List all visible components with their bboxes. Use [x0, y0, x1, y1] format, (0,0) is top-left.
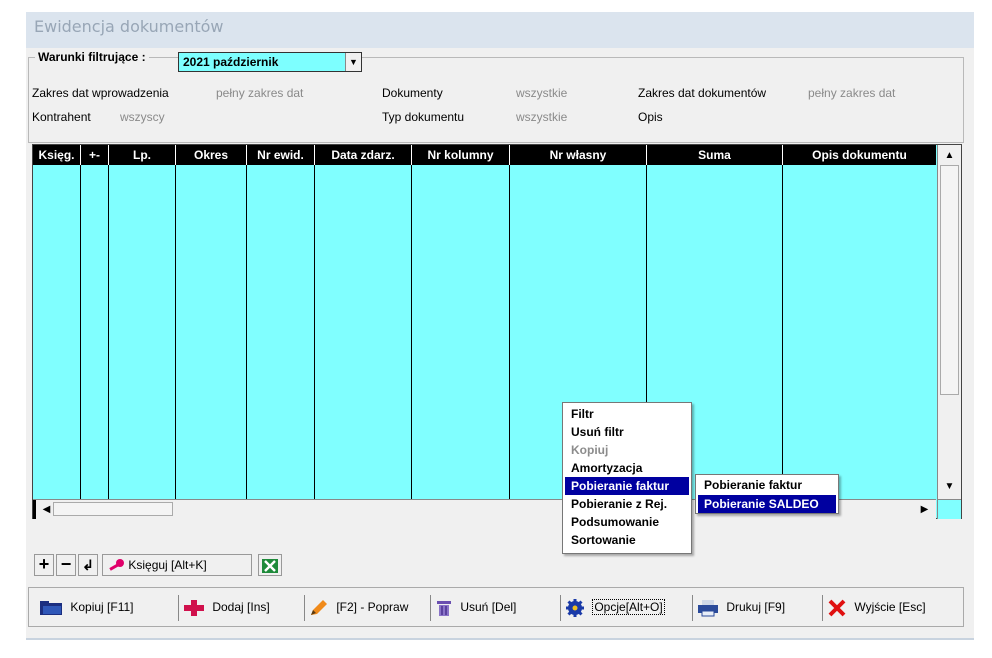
column-header-nr-ewid[interactable]: Nr ewid. — [247, 145, 315, 165]
filter-legend: Warunki filtrujące : — [35, 50, 149, 64]
opcje-label: Opcje[Alt+O] — [592, 599, 665, 615]
menu-item-sortowanie[interactable]: Sortowanie — [565, 531, 689, 549]
column-header-okres[interactable]: Okres — [176, 145, 247, 165]
column-header-opis[interactable]: Opis dokumentu — [783, 145, 936, 165]
filter-label-entry-dates: Zakres dat wprowadzenia — [32, 86, 169, 100]
column-divider — [411, 165, 412, 499]
horizontal-scroll-thumb[interactable] — [53, 502, 173, 516]
bottom-toolbar: Kopiuj [F11] Dodaj [Ins] [F2] - Popraw U… — [28, 587, 964, 627]
column-divider — [314, 165, 315, 499]
wyjscie-label: Wyjście [Esc] — [854, 600, 926, 614]
scroll-corner — [937, 499, 961, 519]
column-header-ksieg[interactable]: Księg. — [33, 145, 81, 165]
pobieranie-submenu: Pobieranie faktur Pobieranie SALDEO — [695, 474, 839, 514]
column-header-nr-wlasny[interactable]: Nr własny — [510, 145, 647, 165]
column-divider — [782, 165, 783, 499]
table-header: Księg. +- Lp. Okres Nr ewid. Data zdarz.… — [33, 145, 936, 165]
plus-icon — [184, 599, 204, 616]
vertical-scroll-thumb[interactable] — [940, 165, 959, 395]
column-divider — [108, 165, 109, 499]
options-context-menu: Filtr Usuń filtr Kopiuj Amortyzacja Pobi… — [562, 402, 692, 554]
filter-label-doc-type: Typ dokumentu — [382, 110, 465, 124]
filter-label-document-dates: Zakres dat dokumentów — [638, 86, 767, 100]
dodaj-button[interactable]: Dodaj [Ins] — [183, 595, 305, 621]
main-window: Ewidencja dokumentów Warunki filtrujące … — [26, 12, 974, 640]
popraw-label: [F2] - Popraw — [336, 600, 409, 614]
documents-table[interactable]: Księg. +- Lp. Okres Nr ewid. Data zdarz.… — [32, 144, 962, 519]
filter-label-documents: Dokumenty — [382, 86, 443, 100]
usun-button[interactable]: Usuń [Del] — [435, 595, 561, 621]
excel-export-icon[interactable] — [258, 554, 282, 576]
opcje-button[interactable]: Opcje[Alt+O] — [565, 595, 693, 621]
scroll-up-icon[interactable]: ▲ — [940, 147, 959, 164]
menu-item-pobieranie-faktur[interactable]: Pobieranie faktur — [565, 477, 689, 495]
filter-value-document-dates: pełny zakres dat — [808, 86, 896, 100]
key-icon — [109, 558, 124, 571]
menu-item-podsumowanie[interactable]: Podsumowanie — [565, 513, 689, 531]
column-header-suma[interactable]: Suma — [647, 145, 783, 165]
add-row-icon[interactable]: + — [34, 554, 54, 576]
ksieguj-button[interactable]: Księguj [Alt+K] — [102, 554, 252, 576]
wyjscie-button[interactable]: Wyjście [Esc] — [827, 595, 961, 621]
menu-item-kopiuj[interactable]: Kopiuj — [565, 441, 689, 459]
column-divider — [175, 165, 176, 499]
column-divider — [509, 165, 510, 499]
column-divider — [246, 165, 247, 499]
kopiuj-button[interactable]: Kopiuj [F11] — [39, 595, 179, 621]
printer-icon — [698, 599, 718, 617]
column-header-data-zdarz[interactable]: Data zdarz. — [315, 145, 412, 165]
scroll-down-icon[interactable]: ▼ — [940, 478, 959, 495]
enter-icon[interactable]: ↲ — [78, 554, 98, 576]
period-select[interactable]: 2021 październik ▼ — [178, 52, 362, 72]
trash-icon — [437, 600, 451, 616]
filter-group: Warunki filtrujące : — [28, 50, 964, 143]
excel-icon — [262, 558, 278, 573]
menu-item-usun-filtr[interactable]: Usuń filtr — [565, 423, 689, 441]
vertical-scrollbar[interactable]: ▲ ▼ — [937, 145, 961, 499]
filter-value-doc-type: wszystkie — [516, 110, 568, 124]
remove-row-icon[interactable]: − — [56, 554, 76, 576]
kopiuj-label: Kopiuj [F11] — [70, 600, 134, 614]
folder-icon — [40, 600, 62, 615]
ksieguj-label: Księguj [Alt+K] — [128, 558, 207, 572]
column-header-plus-minus[interactable]: +- — [81, 145, 109, 165]
menu-item-pobieranie-z-rej[interactable]: Pobieranie z Rej. — [565, 495, 689, 513]
scroll-position-marker — [33, 500, 36, 519]
filter-label-contractor: Kontrahent — [32, 110, 91, 124]
drukuj-button[interactable]: Drukuj [F9] — [697, 595, 823, 621]
filter-value-documents: wszystkie — [516, 86, 568, 100]
column-header-lp[interactable]: Lp. — [109, 145, 176, 165]
submenu-item-pobieranie-faktur[interactable]: Pobieranie faktur — [698, 476, 836, 494]
scroll-right-icon[interactable]: ▶ — [915, 501, 934, 518]
window-title: Ewidencja dokumentów — [26, 12, 974, 48]
column-header-nr-kolumny[interactable]: Nr kolumny — [412, 145, 510, 165]
pencil-icon — [311, 599, 327, 615]
close-icon — [828, 599, 846, 617]
drukuj-label: Drukuj [F9] — [726, 600, 786, 614]
filter-label-description: Opis — [638, 110, 663, 124]
filter-value-entry-dates: pełny zakres dat — [216, 86, 304, 100]
gear-icon — [566, 598, 584, 617]
popraw-button[interactable]: [F2] - Popraw — [309, 595, 431, 621]
chevron-down-icon[interactable]: ▼ — [345, 53, 361, 71]
submenu-item-pobieranie-saldeo[interactable]: Pobieranie SALDEO — [698, 495, 836, 513]
column-divider — [80, 165, 81, 499]
filter-value-contractor: wszyscy — [120, 110, 165, 124]
period-select-value: 2021 październik — [183, 55, 279, 69]
usun-label: Usuń [Del] — [460, 600, 517, 614]
menu-item-filtr[interactable]: Filtr — [565, 405, 689, 423]
dodaj-label: Dodaj [Ins] — [212, 600, 270, 614]
menu-item-amortyzacja[interactable]: Amortyzacja — [565, 459, 689, 477]
